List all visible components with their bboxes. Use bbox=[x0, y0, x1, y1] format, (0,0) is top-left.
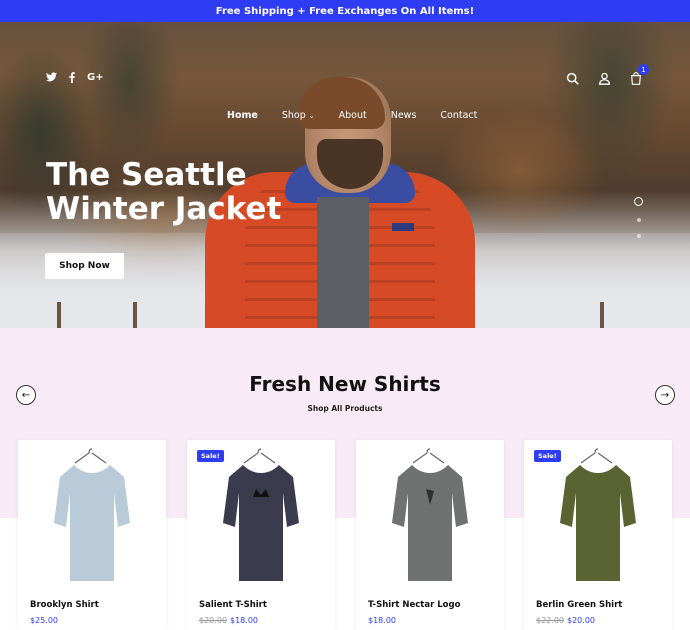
tshirt-shape bbox=[392, 465, 468, 581]
sale-badge: Sale! bbox=[534, 450, 561, 462]
shop-now-button[interactable]: Shop Now bbox=[45, 253, 124, 279]
product-name[interactable]: Berlin Green Shirt bbox=[536, 600, 622, 610]
hero-title-line-2: Winter Jacket bbox=[46, 191, 282, 227]
product-price: $25.00 bbox=[30, 616, 58, 625]
product-price: $18.00 bbox=[368, 616, 396, 625]
section-title: Fresh New Shirts bbox=[249, 372, 441, 396]
search-icon[interactable] bbox=[566, 70, 580, 85]
jacket-logo bbox=[392, 223, 414, 231]
tshirt-image bbox=[560, 448, 636, 581]
fence-post bbox=[133, 302, 137, 328]
carousel-prev-button[interactable]: ← bbox=[16, 385, 36, 405]
arrow-right-icon: → bbox=[660, 389, 670, 401]
product-name[interactable]: Salient T-Shirt bbox=[199, 600, 267, 610]
announcement-text: Free Shipping + Free Exchanges On All It… bbox=[215, 5, 475, 17]
products-section: Fresh New Shirts Shop All Products ← → B… bbox=[0, 328, 690, 630]
hero-banner: G+ 1 Home Shop ⌄ About News Contact The … bbox=[0, 22, 690, 328]
product-name[interactable]: T-Shirt Nectar Logo bbox=[368, 600, 460, 610]
slider-dot[interactable] bbox=[636, 234, 641, 238]
main-nav: Home Shop ⌄ About News Contact bbox=[227, 110, 477, 121]
shirt bbox=[317, 197, 369, 328]
fence-post bbox=[600, 302, 604, 328]
product-price: $22.00 $20.00 bbox=[536, 616, 595, 625]
sale-badge: Sale! bbox=[197, 450, 224, 462]
arrow-left-icon: ← bbox=[21, 389, 31, 401]
product-price-value: $18.00 bbox=[368, 616, 396, 625]
cart-icon[interactable]: 1 bbox=[630, 64, 649, 85]
nav-item-news[interactable]: News bbox=[391, 110, 417, 121]
tshirt-shape bbox=[560, 465, 636, 581]
product-old-price: $22.00 bbox=[536, 616, 564, 625]
product-price-value: $18.00 bbox=[230, 616, 258, 625]
product-old-price: $20.00 bbox=[199, 616, 227, 625]
google-plus-icon[interactable]: G+ bbox=[87, 72, 104, 86]
nav-item-contact[interactable]: Contact bbox=[440, 110, 477, 121]
carousel-next-button[interactable]: → bbox=[655, 385, 675, 405]
shop-all-link[interactable]: Shop All Products bbox=[0, 404, 690, 413]
slider-dots bbox=[634, 197, 643, 238]
nav-item-shop-label: Shop bbox=[281, 110, 306, 121]
product-card[interactable]: Sale! Berlin Green Shirt $22.00 $20.00 bbox=[524, 440, 672, 630]
product-price: $20.00 $18.00 bbox=[199, 616, 258, 625]
announcement-bar: Free Shipping + Free Exchanges On All It… bbox=[0, 0, 690, 22]
product-price-value: $25.00 bbox=[30, 616, 58, 625]
tshirt-image bbox=[392, 448, 468, 581]
product-card[interactable]: T-Shirt Nectar Logo $18.00 bbox=[356, 440, 504, 630]
hero-title: The Seattle Winter Jacket bbox=[46, 158, 306, 226]
nav-item-about[interactable]: About bbox=[339, 110, 367, 121]
tshirt-shape bbox=[54, 465, 130, 581]
nav-item-home[interactable]: Home bbox=[227, 110, 258, 121]
tshirt-image bbox=[223, 448, 299, 581]
product-name[interactable]: Brooklyn Shirt bbox=[30, 600, 99, 610]
chevron-down-icon: ⌄ bbox=[308, 112, 315, 120]
nav-item-shop[interactable]: Shop ⌄ bbox=[282, 110, 315, 121]
user-icon[interactable] bbox=[598, 70, 612, 85]
slider-dot-active[interactable] bbox=[634, 197, 643, 206]
product-price-value: $20.00 bbox=[567, 616, 595, 625]
tshirt-image bbox=[54, 448, 130, 581]
twitter-icon[interactable] bbox=[46, 72, 57, 86]
fence-post bbox=[57, 302, 61, 328]
cart-count-badge: 1 bbox=[638, 64, 649, 75]
hero-title-line-1: The Seattle bbox=[46, 157, 247, 193]
header-icons: 1 bbox=[566, 64, 649, 85]
tshirt-shape bbox=[223, 465, 299, 581]
facebook-icon[interactable] bbox=[69, 72, 75, 86]
product-card[interactable]: Brooklyn Shirt $25.00 bbox=[18, 440, 166, 630]
slider-dot[interactable] bbox=[636, 218, 641, 222]
social-links: G+ bbox=[46, 72, 104, 86]
product-card[interactable]: Sale! Salient T-Shirt $20.00 $18.00 bbox=[187, 440, 335, 630]
